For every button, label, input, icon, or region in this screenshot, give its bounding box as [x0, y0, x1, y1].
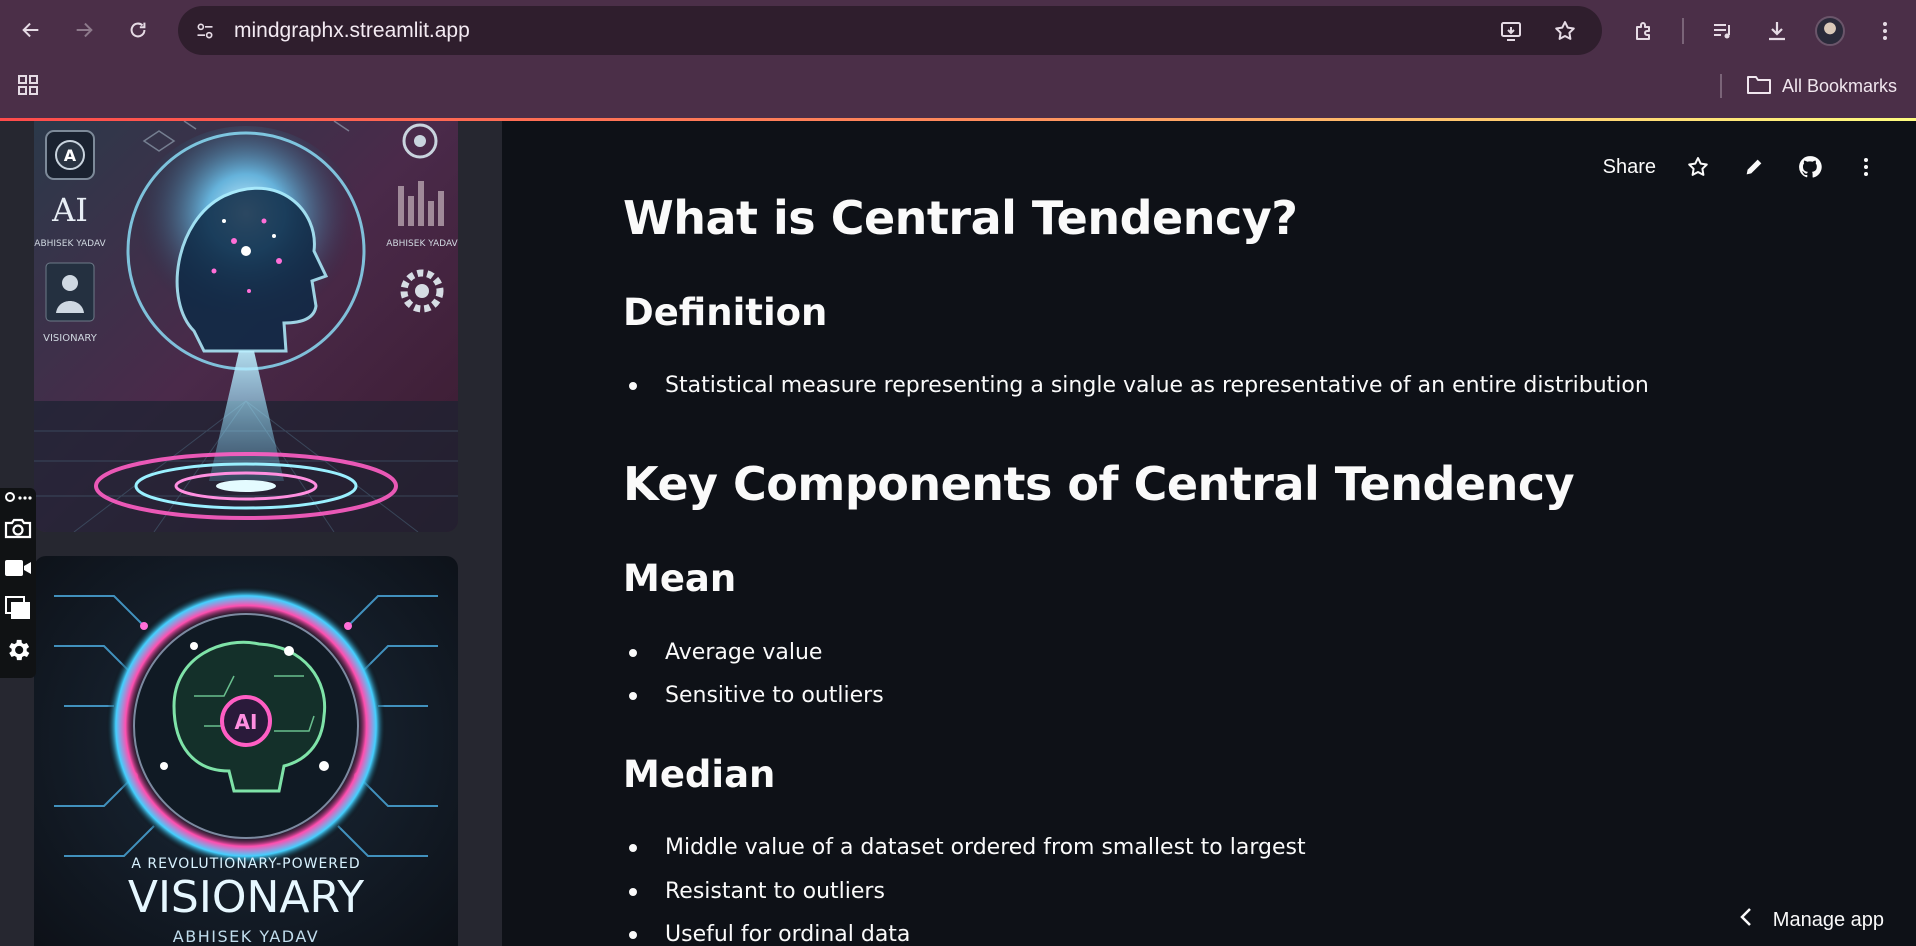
- bullet-dot: [629, 887, 637, 896]
- reload-icon: [127, 19, 149, 46]
- image2-title: VISIONARY: [128, 872, 364, 923]
- page-title: What is Central Tendency?: [623, 191, 1298, 245]
- share-button[interactable]: Share: [1603, 156, 1656, 179]
- download-icon[interactable]: [1760, 14, 1794, 48]
- app-header-actions: Share: [1603, 153, 1880, 181]
- image1-ai-text: AI: [51, 191, 88, 229]
- url-text[interactable]: mindgraphx.streamlit.app: [234, 19, 470, 43]
- bullet-dot: [629, 843, 637, 852]
- components-heading: Key Components of Central Tendency: [623, 457, 1575, 511]
- image2-name: ABHISEK YADAV: [173, 927, 319, 946]
- chevron-left-icon: [1739, 906, 1753, 934]
- bookmarks-divider: [1720, 74, 1722, 98]
- image1-name-right: ABHISEK YADAV: [386, 239, 458, 249]
- profile-avatar[interactable]: [1815, 16, 1845, 46]
- extensions-icon[interactable]: [1627, 14, 1661, 48]
- list-item: Middle value of a dataset ordered from s…: [623, 835, 1306, 860]
- image1-name-left: ABHISEK YADAV: [34, 239, 106, 249]
- sidebar-image-circuit-brain: AI A REVOLUTIONARY-POWERED VISIONARY ABH…: [34, 556, 458, 946]
- sidebar-image-ai-head: A AI ABHISEK YADAV VISIONARY ABHISEK YAD…: [34, 121, 458, 532]
- all-bookmarks-label: All Bookmarks: [1782, 76, 1898, 96]
- sidebar: A AI ABHISEK YADAV VISIONARY ABHISEK YAD…: [0, 121, 502, 946]
- browser-menu-icon[interactable]: [1868, 14, 1902, 48]
- edit-pencil-icon[interactable]: [1740, 153, 1768, 181]
- list-item: Resistant to outliers: [623, 879, 885, 904]
- list-item-text: Sensitive to outliers: [665, 683, 884, 708]
- median-heading: Median: [623, 753, 776, 796]
- list-item-text: Useful for ordinal data: [665, 922, 911, 946]
- bullet-dot: [629, 691, 637, 700]
- image1-caption: VISIONARY: [43, 333, 98, 344]
- bullet-dot: [629, 648, 637, 657]
- image2-ai-text: AI: [235, 710, 258, 734]
- definition-heading: Definition: [623, 291, 828, 334]
- reload-button[interactable]: [120, 14, 156, 50]
- settings-gear-icon[interactable]: [2, 634, 34, 666]
- manage-app-label: Manage app: [1772, 908, 1884, 931]
- image1-badge-text: A: [64, 146, 77, 165]
- forward-button[interactable]: [66, 14, 102, 50]
- main-content: Share What is Central Tendency? Definiti…: [502, 121, 1916, 946]
- all-bookmarks-button[interactable]: All Bookmarks: [1746, 73, 1897, 100]
- back-button[interactable]: [13, 14, 49, 50]
- site-info-icon[interactable]: [192, 18, 218, 44]
- windows-icon[interactable]: [2, 592, 34, 624]
- back-arrow-icon: [20, 19, 42, 46]
- media-controls-icon[interactable]: [1706, 14, 1740, 48]
- list-item-text: Middle value of a dataset ordered from s…: [665, 835, 1306, 860]
- list-item-text: Statistical measure representing a singl…: [665, 373, 1649, 398]
- bookmark-star-icon[interactable]: [1552, 18, 1578, 44]
- list-item: Average value: [623, 640, 822, 665]
- favorite-star-icon[interactable]: [1684, 153, 1712, 181]
- address-bar[interactable]: mindgraphx.streamlit.app: [178, 6, 1602, 55]
- app-menu-icon[interactable]: [1852, 153, 1880, 181]
- browser-toolbar: mindgraphx.streamlit.app All Bookmarks: [0, 0, 1916, 120]
- forward-arrow-icon: [73, 19, 95, 46]
- list-item: Sensitive to outliers: [623, 683, 884, 708]
- folder-icon: [1746, 73, 1772, 100]
- image2-tagline: A REVOLUTIONARY-POWERED: [131, 856, 360, 872]
- list-item-text: Average value: [665, 640, 823, 665]
- bullet-dot: [629, 930, 637, 939]
- list-item-text: Resistant to outliers: [665, 879, 885, 904]
- manage-app-button[interactable]: Manage app: [1739, 906, 1884, 934]
- github-icon[interactable]: [1796, 153, 1824, 181]
- camera-icon[interactable]: [2, 512, 34, 544]
- list-item: Useful for ordinal data: [623, 922, 910, 946]
- list-item: Statistical measure representing a singl…: [623, 373, 1649, 398]
- mean-heading: Mean: [623, 557, 737, 600]
- pin-more-icon[interactable]: [2, 486, 34, 508]
- capture-toolstrip: [0, 488, 36, 678]
- video-record-icon[interactable]: [2, 552, 34, 584]
- toolbar-divider: [1682, 18, 1684, 44]
- install-app-icon[interactable]: [1498, 18, 1524, 44]
- bullet-dot: [629, 381, 637, 390]
- apps-grid-icon[interactable]: [16, 73, 40, 97]
